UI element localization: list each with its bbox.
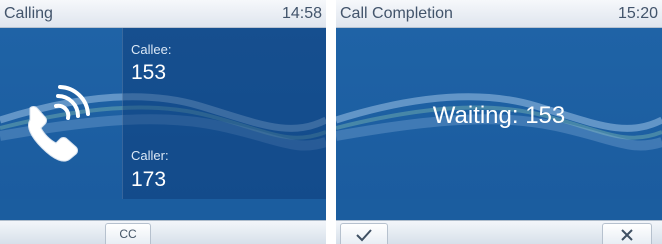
cancel-softkey[interactable] bbox=[602, 223, 652, 244]
checkmark-icon bbox=[356, 229, 372, 242]
cc-softkey[interactable]: CC bbox=[105, 223, 151, 244]
call-info-panel: Callee: 153 Caller: 173 bbox=[122, 28, 326, 199]
title-bar: Calling 14:58 bbox=[0, 0, 326, 28]
phone-ringing-icon bbox=[28, 85, 90, 162]
callee-label: Callee: bbox=[131, 42, 172, 57]
caller-label: Caller: bbox=[131, 148, 169, 163]
caller-number: 173 bbox=[131, 168, 167, 191]
callee-number: 153 bbox=[131, 61, 167, 84]
completion-display-area: Waiting: 153 bbox=[336, 28, 662, 199]
status-strip bbox=[336, 199, 662, 220]
softkey-bar bbox=[336, 220, 662, 244]
title-bar: Call Completion 15:20 bbox=[336, 0, 662, 28]
clock: 14:58 bbox=[281, 5, 322, 22]
call-display-area: Callee: 153 Caller: 173 bbox=[0, 28, 326, 199]
clock: 15:20 bbox=[617, 5, 658, 22]
call-completion-screen: Call Completion 15:20 Waiting: 153 bbox=[336, 0, 662, 244]
screen-title: Call Completion bbox=[340, 5, 453, 22]
status-strip bbox=[0, 199, 326, 220]
screen-title: Calling bbox=[4, 5, 53, 22]
softkey-bar: CC bbox=[0, 220, 326, 244]
calling-screen: Calling 14:58 Callee: 153 Caller: 173 CC bbox=[0, 0, 326, 244]
confirm-softkey[interactable] bbox=[340, 223, 388, 244]
waiting-status: Waiting: 153 bbox=[432, 102, 566, 129]
close-icon bbox=[621, 229, 633, 241]
